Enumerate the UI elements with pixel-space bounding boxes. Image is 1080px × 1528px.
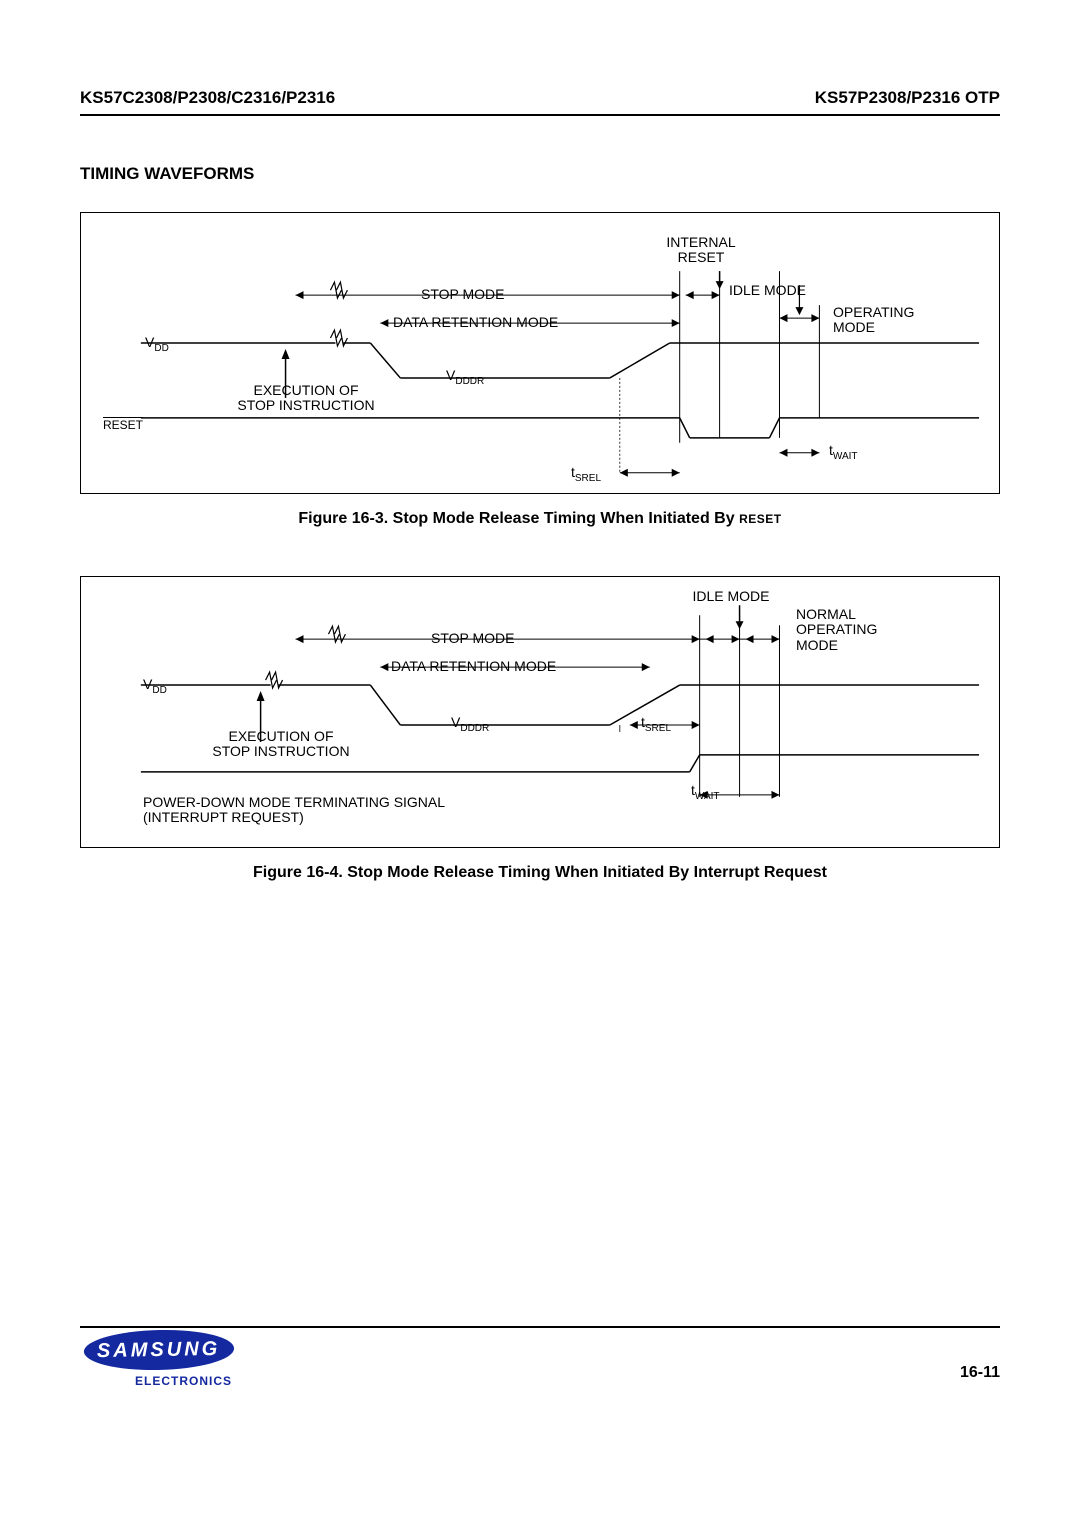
figure-16-4-caption: Figure 16-4. Stop Mode Release Timing Wh…: [80, 864, 1000, 882]
label-reset-signal: RESET: [103, 419, 143, 432]
label-operating-mode: OPERATING MODE: [833, 305, 914, 336]
label-vdd-2: VDD: [143, 677, 167, 696]
label-stop-mode: STOP MODE: [421, 287, 505, 302]
figure-16-4: IDLE MODE NORMAL OPERATING MODE STOP MOD…: [80, 576, 1000, 848]
label-vdd: VDD: [145, 335, 169, 354]
label-tsrel: tSREL: [571, 465, 601, 484]
label-idle-mode: IDLE MODE: [729, 283, 806, 298]
label-normal-op: NORMAL OPERATING MODE: [796, 607, 877, 653]
label-execution: EXECUTION OF STOP INSTRUCTION: [216, 383, 396, 414]
electronics-text: ELECTRONICS: [84, 1374, 234, 1388]
label-tsrel-2: tSREL: [641, 715, 671, 734]
label-twait-2: tWAIT: [691, 783, 720, 802]
label-data-retention-2: DATA RETENTION MODE: [391, 659, 556, 674]
label-data-retention: DATA RETENTION MODE: [393, 315, 558, 330]
page-number: 16-11: [960, 1364, 1000, 1382]
label-idle-mode-2: IDLE MODE: [671, 589, 791, 604]
label-twait: tWAIT: [829, 443, 858, 462]
label-vdddr-2: VDDDR: [451, 715, 489, 734]
label-stop-mode-2: STOP MODE: [431, 631, 515, 646]
label-vdddr: VDDDR: [446, 368, 484, 387]
footer-rule: [80, 1326, 1000, 1328]
label-execution-2: EXECUTION OF STOP INSTRUCTION: [191, 729, 371, 760]
section-title: TIMING WAVEFORMS: [80, 164, 1000, 184]
label-internal-reset: INTERNAL RESET: [641, 235, 761, 266]
header-left: KS57C2308/P2308/C2316/P2316: [80, 88, 335, 108]
figure-16-3-svg: [81, 213, 999, 493]
header-right: KS57P2308/P2316 OTP: [815, 88, 1000, 108]
samsung-logo: SAMSUNG ELECTRONICS: [84, 1330, 234, 1388]
label-powerdown: POWER-DOWN MODE TERMINATING SIGNAL (INTE…: [143, 795, 445, 826]
figure-16-3: INTERNAL RESET STOP MODE IDLE MODE OPERA…: [80, 212, 1000, 494]
figure-16-3-caption: Figure 16-3. Stop Mode Release Timing Wh…: [80, 510, 1000, 528]
page-header: KS57C2308/P2308/C2316/P2316 KS57P2308/P2…: [80, 88, 1000, 116]
